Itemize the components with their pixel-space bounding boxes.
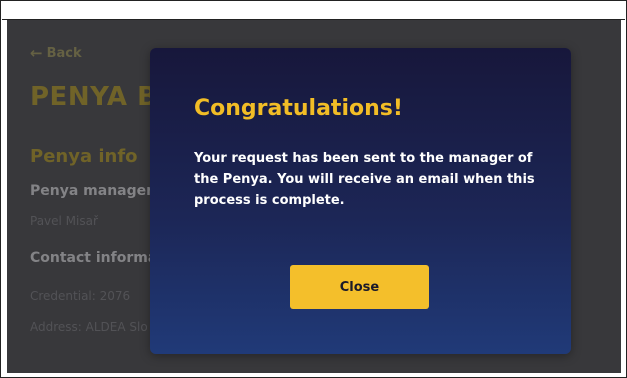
screenshot-frame: ← Back PENYA BA Penya info Penya manager… xyxy=(0,0,627,378)
close-button[interactable]: Close xyxy=(290,265,429,309)
congratulations-dialog: Congratulations! Your request has been s… xyxy=(150,48,571,354)
penya-page: ← Back PENYA BA Penya info Penya manager… xyxy=(7,20,621,373)
dialog-message: Your request has been sent to the manage… xyxy=(194,151,535,208)
dialog-title: Congratulations! xyxy=(194,96,403,121)
top-bar xyxy=(2,2,625,20)
